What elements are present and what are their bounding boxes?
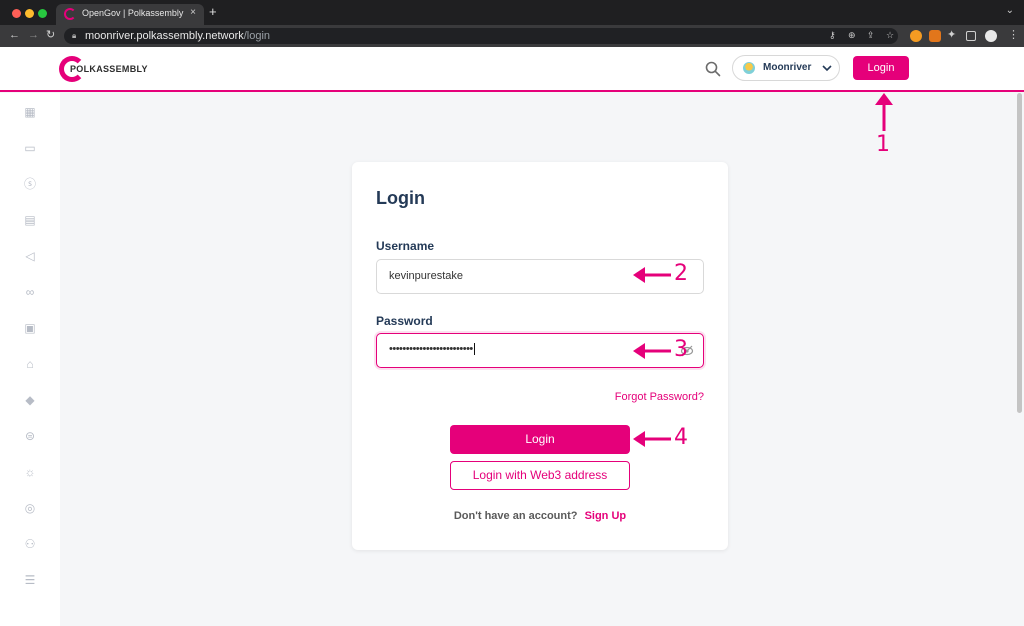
- minimize-window-button[interactable]: [25, 9, 34, 18]
- sidebar: ▦ ▭ ⓢ ▤ ◁ ∞ ▣ ⌂ ◆ ⊜ ☼ ◎ ⚇ ☰: [0, 93, 60, 626]
- key-icon[interactable]: ⚷: [829, 30, 836, 41]
- new-tab-icon[interactable]: +: [209, 5, 217, 19]
- calendar-icon[interactable]: ▤: [23, 213, 37, 227]
- search-icon[interactable]: [704, 60, 722, 78]
- tab-search-icon[interactable]: ⌄: [1006, 5, 1014, 16]
- chevron-down-icon: [822, 65, 832, 72]
- discussions-icon[interactable]: ▭: [23, 141, 37, 155]
- lock-icon: 🔒︎: [72, 31, 77, 40]
- back-icon[interactable]: ←: [9, 29, 20, 42]
- signup-row: Don't have an account? Sign Up: [352, 510, 728, 522]
- members-icon[interactable]: ⚇: [23, 537, 37, 551]
- tab-title: OpenGov | Polkassembly: [82, 8, 184, 18]
- username-value: kevinpurestake: [389, 270, 463, 282]
- signup-link[interactable]: Sign Up: [585, 510, 627, 522]
- signup-question: Don't have an account?: [453, 510, 578, 522]
- browser-tab-bar: OpenGov | Polkassembly × + ⌄: [0, 0, 1024, 25]
- forward-icon[interactable]: →: [28, 29, 39, 42]
- password-value: •••••••••••••••••••••••••: [389, 343, 475, 356]
- annotation-arrow-left-3: [633, 343, 671, 359]
- annotation-arrow-left-2: [633, 267, 671, 283]
- circle-icon[interactable]: ◎: [23, 501, 37, 515]
- login-submit-button[interactable]: Login: [450, 425, 630, 454]
- reload-icon[interactable]: ↻: [46, 29, 55, 42]
- login-title: Login: [376, 188, 425, 208]
- profile-avatar-icon[interactable]: [985, 30, 997, 42]
- megaphone-icon[interactable]: ◁: [23, 249, 37, 263]
- page-scrollbar[interactable]: [1017, 93, 1022, 413]
- annotation-number-1: 1: [876, 132, 890, 157]
- extension-orange-icon[interactable]: [910, 30, 922, 42]
- url-text: moonriver.polkassembly.network/login: [85, 30, 271, 42]
- logo-text[interactable]: POLKASSEMBLY: [70, 64, 148, 74]
- share-icon[interactable]: ⇪: [867, 30, 875, 41]
- zoom-icon[interactable]: ⊕: [848, 30, 856, 41]
- annotation-number-2: 2: [674, 261, 688, 286]
- metamask-icon[interactable]: [929, 30, 941, 42]
- link-icon[interactable]: ∞: [23, 285, 37, 299]
- browser-toolbar: ← → ↻ 🔒︎ moonriver.polkassembly.network/…: [0, 25, 1024, 47]
- password-label: Password: [376, 314, 433, 328]
- extensions-puzzle-icon[interactable]: ✦: [947, 29, 956, 42]
- annotation-arrow-left-4: [633, 431, 671, 447]
- shield-icon[interactable]: ◆: [23, 393, 37, 407]
- app-header: POLKASSEMBLY Moonriver Login: [0, 47, 1024, 92]
- treasury-icon[interactable]: ⓢ: [23, 177, 37, 191]
- web3-login-button[interactable]: Login with Web3 address: [450, 461, 630, 490]
- annotation-number-3: 3: [674, 337, 688, 362]
- browser-menu-icon[interactable]: ⋮: [1008, 29, 1019, 42]
- moonriver-network-icon: [743, 62, 755, 74]
- grid-icon[interactable]: ▦: [23, 105, 37, 119]
- dollar-icon[interactable]: ⊜: [23, 429, 37, 443]
- maximize-window-button[interactable]: [38, 9, 47, 18]
- close-window-button[interactable]: [12, 9, 21, 18]
- network-label: Moonriver: [763, 62, 812, 73]
- sun-icon[interactable]: ☼: [23, 465, 37, 479]
- forgot-password-link[interactable]: Forgot Password?: [615, 391, 704, 403]
- username-label: Username: [376, 239, 435, 253]
- address-bar[interactable]: 🔒︎ moonriver.polkassembly.network/login …: [64, 28, 898, 44]
- tech-committee-icon[interactable]: ⌂: [23, 357, 37, 371]
- side-panel-icon[interactable]: [966, 31, 976, 41]
- network-selector[interactable]: Moonriver: [732, 55, 840, 81]
- document-icon[interactable]: ▣: [23, 321, 37, 335]
- polkassembly-favicon-icon: [64, 8, 76, 20]
- list-icon[interactable]: ☰: [23, 573, 37, 587]
- browser-tab[interactable]: OpenGov | Polkassembly ×: [56, 4, 204, 25]
- tab-close-icon[interactable]: ×: [190, 7, 196, 18]
- annotation-arrow-up-1: [875, 93, 893, 131]
- annotation-number-4: 4: [674, 425, 688, 450]
- bookmark-star-icon[interactable]: ☆: [886, 30, 894, 41]
- header-login-button[interactable]: Login: [853, 56, 909, 80]
